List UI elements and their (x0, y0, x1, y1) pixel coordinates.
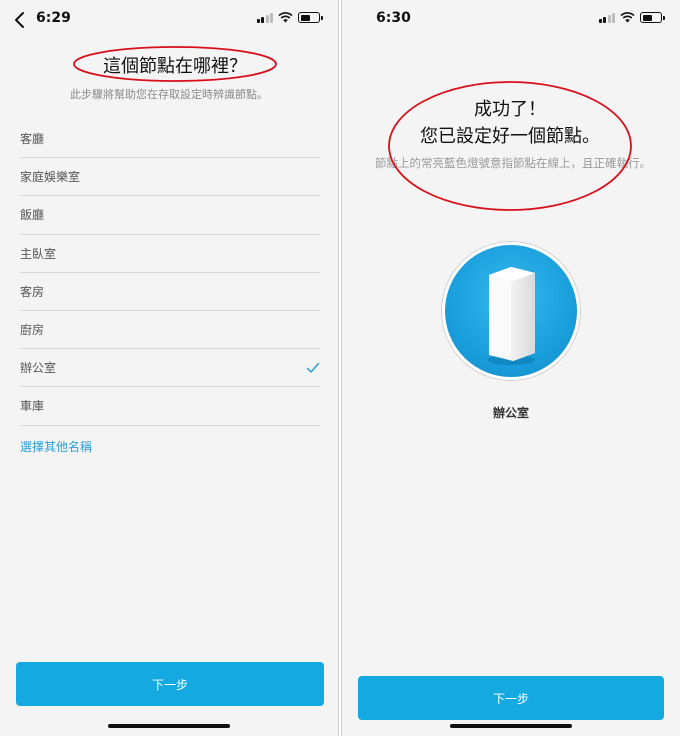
home-indicator (108, 724, 230, 728)
success-title: 成功了！ (474, 99, 546, 120)
cellular-signal-icon (256, 12, 273, 23)
room-item-office[interactable]: 辦公室 (20, 349, 320, 388)
status-time: 6:30 (376, 10, 411, 26)
next-button[interactable]: 下一步 (358, 676, 664, 720)
room-label: 客廳 (20, 132, 45, 147)
success-heading-group: 成功了！ 您已設定好一個節點。 (386, 78, 634, 214)
cellular-signal-icon (598, 12, 615, 23)
home-indicator (450, 724, 572, 728)
room-item-kitchen[interactable]: 廚房 (20, 311, 320, 350)
choose-other-name-link[interactable]: 選擇其他名稱 (20, 438, 92, 455)
room-label: 家庭娛樂室 (20, 170, 81, 185)
room-item-garage[interactable]: 車庫 (20, 387, 320, 426)
node-name-label: 辦公室 (492, 406, 529, 420)
status-icons (256, 12, 323, 23)
room-label: 辦公室 (20, 361, 57, 376)
room-item-family-room[interactable]: 家庭娛樂室 (20, 158, 320, 197)
room-item-dining-room[interactable]: 飯廳 (20, 196, 320, 235)
room-selection-screen: 6:29 這個節點在哪裡？ 此步驟將幫助您在存取設定時辨識節點。 客廳 家庭娛樂… (0, 0, 339, 736)
wifi-icon (278, 12, 293, 23)
room-label: 車庫 (20, 399, 45, 414)
node-illustration (442, 242, 580, 380)
velop-node-icon (487, 267, 535, 365)
status-bar: 6:29 (0, 0, 338, 40)
room-label: 飯廳 (20, 208, 45, 223)
page-title-group: 這個節點在哪裡？ (72, 44, 278, 84)
chevron-left-icon[interactable] (10, 10, 30, 30)
setup-success-screen: 6:30 節點上的常亮藍色燈號意指節點在線上，且正確執行。 成功了！ 您已設定好… (341, 0, 680, 736)
next-button[interactable]: 下一步 (16, 662, 324, 706)
room-item-guest-room[interactable]: 客房 (20, 273, 320, 311)
page-subtitle: 此步驟將幫助您在存取設定時辨識節點。 (70, 88, 268, 101)
battery-icon (298, 12, 323, 23)
checkmark-icon (306, 362, 320, 373)
room-item-master-bedroom[interactable]: 主臥室 (20, 235, 320, 273)
status-icons (598, 12, 665, 23)
room-item-living-room[interactable]: 客廳 (20, 120, 320, 159)
wifi-icon (620, 12, 635, 23)
room-label: 廚房 (20, 323, 45, 338)
page-title: 這個節點在哪裡？ (103, 56, 247, 77)
room-label: 主臥室 (20, 246, 57, 261)
status-time: 6:29 (36, 10, 71, 26)
battery-icon (640, 12, 665, 23)
success-message: 您已設定好一個節點。 (420, 126, 600, 147)
room-label: 客房 (20, 284, 45, 299)
room-list: 客廳 家庭娛樂室 飯廳 主臥室 客房 廚房 辦公室 車庫 (20, 120, 320, 426)
status-bar: 6:30 (342, 0, 680, 40)
